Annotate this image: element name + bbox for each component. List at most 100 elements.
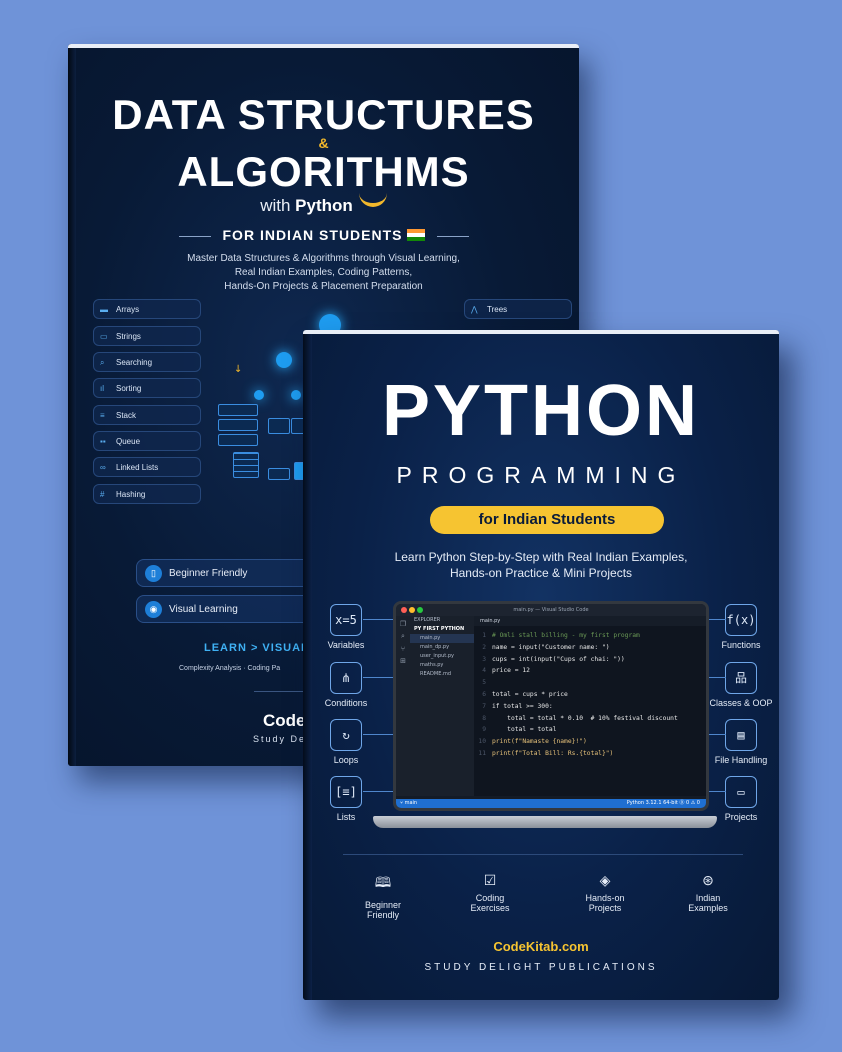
laptop-base — [373, 816, 717, 828]
search-icon: ⌕ — [100, 358, 105, 367]
feature-projects: ▭ Projects — [705, 776, 777, 822]
arrays-icon: ▬ — [100, 305, 108, 314]
tree-node — [254, 390, 264, 400]
activity-bar: ❐ ⌕ ⑂ ⊞ — [396, 616, 410, 796]
code-area: 1 # Omli stall billing - my first program… — [474, 626, 706, 760]
bottom-feature-beginner: 🕮 Beginner Friendly — [348, 872, 418, 920]
queue-icon: ▪▪ — [100, 437, 106, 446]
dsa-description-3: Hands-On Projects & Placement Preparatio… — [224, 281, 423, 292]
complexity-line: Complexity Analysis · Coding Pa — [179, 665, 281, 672]
topic-chip-stack: ≡ Stack — [93, 405, 201, 425]
dsa-title-line1: DATA STRUCTURES — [112, 91, 535, 138]
functions-icon: f(x) — [725, 604, 757, 636]
loops-icon: ↻ — [330, 719, 362, 751]
topic-chip-trees: ⋀ Trees — [464, 299, 572, 319]
strings-icon: ▭ — [100, 332, 108, 341]
file-item: maths.py — [420, 662, 444, 668]
topic-chip-searching: ⌕ Searching — [93, 352, 201, 372]
dsa-tagline: FOR INDIAN STUDENTS — [68, 227, 579, 243]
feature-pill-beginner: ▯ Beginner Friendly — [136, 559, 316, 587]
topic-chip-strings: ▭ Strings — [93, 326, 201, 346]
branch-status: ⑂ main — [400, 800, 418, 806]
code-line: 10 print(f"Namaste {name}!") — [474, 736, 706, 748]
file-item: README.md — [420, 671, 452, 677]
code-line: 7 if total >= 300: — [474, 701, 706, 713]
connector-line — [363, 734, 393, 735]
indian-flag-icon — [406, 229, 425, 241]
extensions-icon: ⊞ — [400, 657, 406, 665]
code-line: 1 # Omli stall billing - my first program — [474, 630, 706, 642]
hash-icon: # — [100, 490, 105, 499]
line-number: 8 — [482, 714, 486, 722]
code-line: 5 — [474, 677, 706, 689]
code-line: 3 cups = int(input("Cups of chai: ")) — [474, 654, 706, 666]
line-number: 5 — [482, 679, 486, 687]
file-item: main.py — [410, 634, 474, 643]
feature-lists: [≡] Lists — [310, 776, 382, 822]
explorer-panel: EXPLORER PY FIRST PYTHON main.py main_dp… — [410, 616, 474, 796]
line-number: 1 — [482, 632, 486, 639]
laptop-screen: main.py — Visual Studio Code ❐ ⌕ ⑂ ⊞ EXP… — [393, 601, 709, 811]
linked-list-icon: ∞ — [100, 463, 106, 472]
editor-window-title: main.py — Visual Studio Code — [513, 607, 589, 613]
python-description-2: Hands-on Practice & Mini Projects — [449, 566, 633, 580]
book-icon: ▯ — [145, 565, 162, 582]
file-item: user_input.py — [420, 653, 454, 659]
stack-icon: ≡ — [100, 411, 105, 420]
website-link: CodeKitab.com — [493, 939, 589, 954]
code-text: print(f"Total Bill: Rs.{total}") — [492, 749, 614, 757]
code-line: 2 name = input("Customer name: ") — [474, 642, 706, 654]
line-number: 7 — [482, 702, 486, 710]
sorting-icon: ıl — [100, 384, 104, 393]
line-number: 6 — [482, 690, 486, 698]
code-line: 11 print(f"Total Bill: Rs.{total}") — [474, 748, 706, 760]
connector-line — [363, 619, 393, 620]
checkbox-icon: ☑ — [483, 872, 497, 888]
interpreter-status: Python 3.12.1 64-bit ⓪ 0 ⚠ 0 — [626, 800, 700, 806]
page-edge — [303, 330, 779, 334]
code-line: 6 total = cups * price — [474, 689, 706, 701]
code-text: if total >= 300: — [492, 702, 553, 710]
code-line: 9 total = total — [474, 724, 706, 736]
audience-badge: for Indian Students — [430, 506, 664, 534]
layers-icon: ◈ — [599, 872, 611, 888]
line-number: 10 — [478, 738, 486, 746]
project-folder: PY FIRST PYTHON — [414, 626, 465, 632]
array-block — [218, 419, 258, 431]
file-icon: ▤ — [725, 719, 757, 751]
divider — [343, 854, 743, 855]
python-description-1: Learn Python Step-by-Step with Real Indi… — [394, 550, 688, 564]
topic-chip-sorting: ıl Sorting — [93, 378, 201, 398]
connector-line — [363, 677, 393, 678]
book-open-icon: 🕮 — [374, 874, 392, 890]
feature-file-handling: ▤ File Handling — [705, 719, 777, 765]
bottom-feature-examples: ⊛ Indian Examples — [673, 872, 743, 913]
files-icon: ❐ — [399, 620, 407, 628]
code-line: 8 total = total * 0.10 # 10% festival di… — [474, 713, 706, 725]
topic-chip-linked-lists: ∞ Linked Lists — [93, 457, 201, 477]
bottom-feature-exercises: ☑ Coding Exercises — [455, 872, 525, 913]
bottom-feature-projects: ◈ Hands-on Projects — [570, 872, 640, 913]
code-text: total = total — [492, 726, 557, 734]
search-icon: ⌕ — [401, 632, 405, 640]
compass-icon: ⊛ — [702, 872, 714, 888]
page-edge — [68, 44, 579, 48]
conditions-icon: ⋔ — [330, 662, 362, 694]
code-text: price = 12 — [492, 667, 530, 675]
topic-chip-arrays: ▬ Arrays — [93, 299, 201, 319]
array-block — [218, 434, 258, 446]
feature-classes: 品 Classes & OOP — [705, 662, 777, 708]
code-text: cups = int(input("Cups of chai: ")) — [492, 655, 625, 663]
connector-line — [363, 791, 393, 792]
editor-tab: main.py — [474, 616, 706, 626]
code-text: total = cups * price — [492, 690, 568, 698]
dsa-with-python: with Python — [68, 196, 579, 216]
explorer-header: EXPLORER — [414, 617, 441, 623]
classes-icon: 品 — [725, 662, 757, 694]
tree-icon: ⋀ — [471, 305, 478, 314]
eye-icon: ◉ — [145, 601, 162, 618]
python-title: PYTHON — [381, 371, 701, 451]
array-block — [218, 404, 258, 416]
line-number: 3 — [482, 655, 486, 663]
code-editor: main.py 1 # Omli stall billing - my first… — [474, 616, 706, 796]
